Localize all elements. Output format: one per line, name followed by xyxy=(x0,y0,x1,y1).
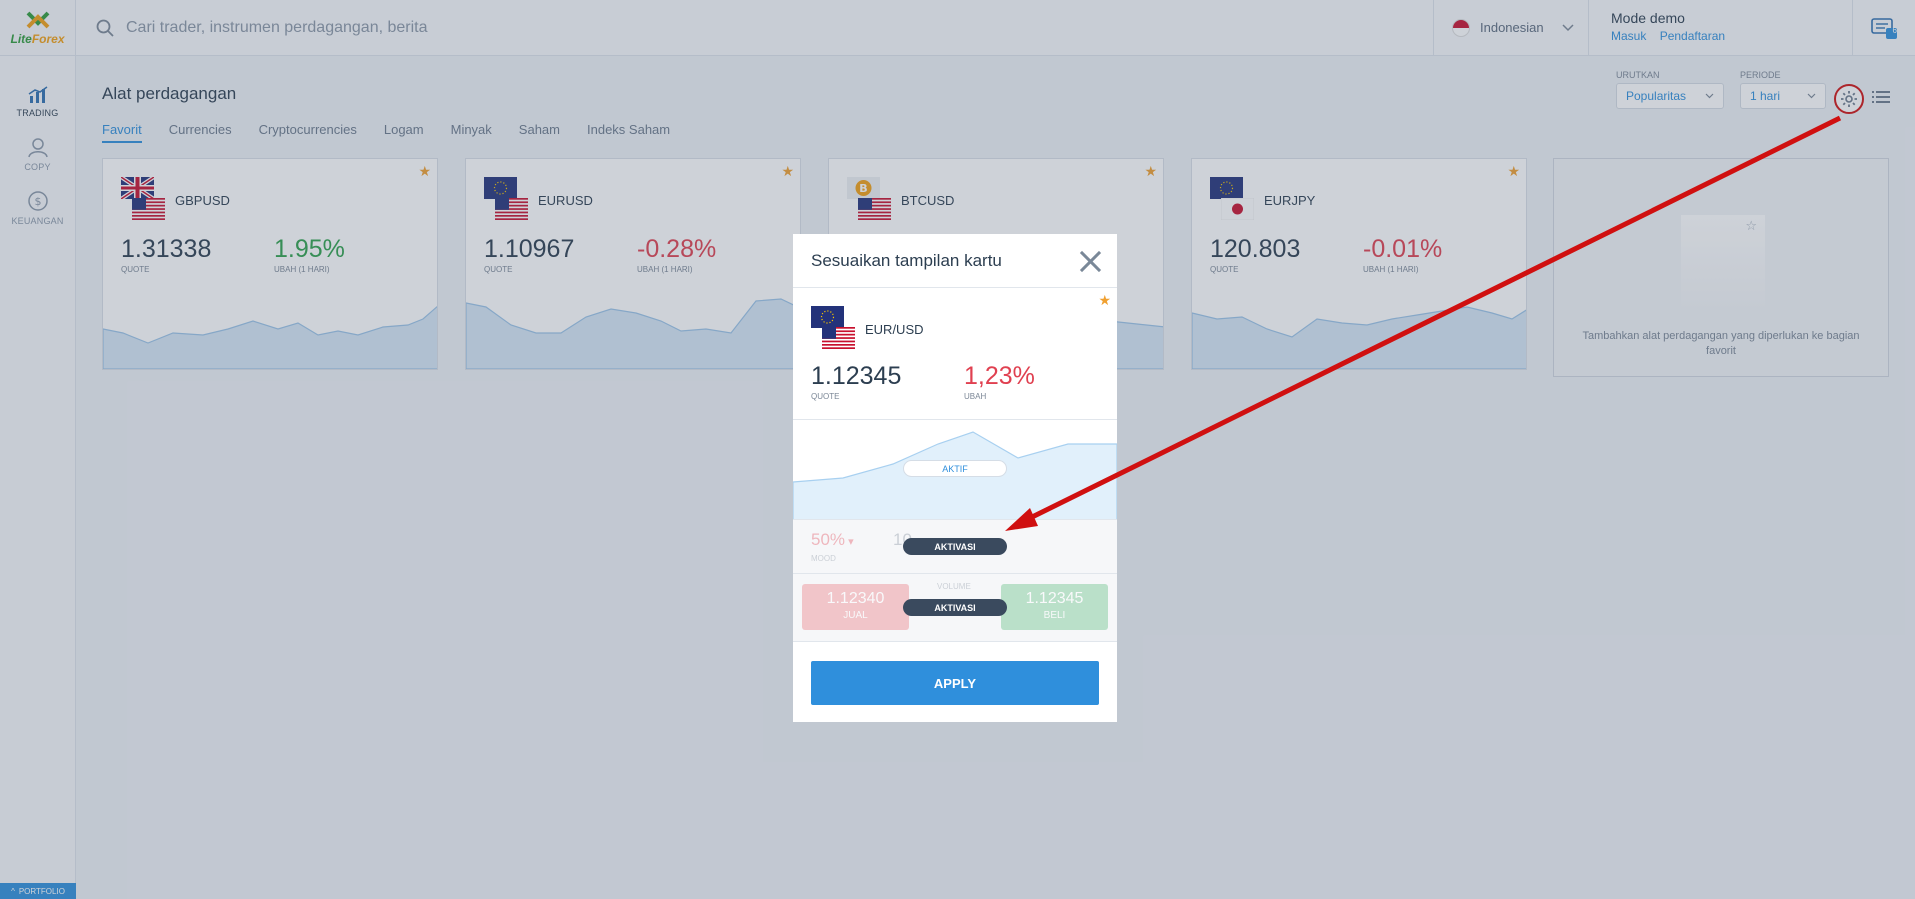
apply-button[interactable]: APPLY xyxy=(811,661,1099,705)
eu-flag-icon xyxy=(811,306,844,328)
sell-label: JUAL xyxy=(843,610,868,621)
buy-label: BELI xyxy=(1043,610,1066,621)
preview-change: 1,23% xyxy=(964,362,1035,390)
preview-quote-caption: QUOTE xyxy=(811,392,840,401)
card-preview: ★ EUR/USD 1.12345 QUOTE 1,23% UBAH xyxy=(793,288,1117,420)
buy-price: 1.12345 xyxy=(1025,590,1084,607)
volume-caption: VOLUME xyxy=(937,582,971,591)
close-icon[interactable] xyxy=(1079,250,1101,272)
preview-quote: 1.12345 xyxy=(811,362,902,390)
chart-active-toggle[interactable]: AKTIF xyxy=(903,460,1007,477)
dialog-header: Sesuaikan tampilan kartu xyxy=(793,234,1117,288)
buy-button: 1.12345 BELI xyxy=(1001,584,1108,630)
us-flag-icon xyxy=(822,327,855,349)
flag-pair xyxy=(811,306,857,352)
chart-section: AKTIF xyxy=(793,420,1117,520)
dialog-title: Sesuaikan tampilan kartu xyxy=(811,250,1002,270)
customize-card-dialog: Sesuaikan tampilan kartu ★ EUR/USD 1.123… xyxy=(793,234,1117,722)
preview-symbol: EUR/USD xyxy=(865,322,924,337)
trade-activate-button[interactable]: AKTIVASI xyxy=(903,599,1007,616)
sell-button: 1.12340 JUAL xyxy=(802,584,909,630)
sell-price: 1.12340 xyxy=(826,590,885,607)
trade-section: 1.12340 JUAL VOLUME 1.12345 BELI AKTIVAS… xyxy=(793,574,1117,642)
star-icon[interactable]: ★ xyxy=(1098,292,1111,309)
mood-activate-button[interactable]: AKTIVASI xyxy=(903,538,1007,555)
mood-section: 50% ▾ MOOD 10 AKTIVASI xyxy=(793,520,1117,574)
mood-caption: MOOD xyxy=(811,554,836,563)
mood-value: 50% ▾ xyxy=(811,530,854,549)
preview-change-caption: UBAH xyxy=(964,392,987,401)
